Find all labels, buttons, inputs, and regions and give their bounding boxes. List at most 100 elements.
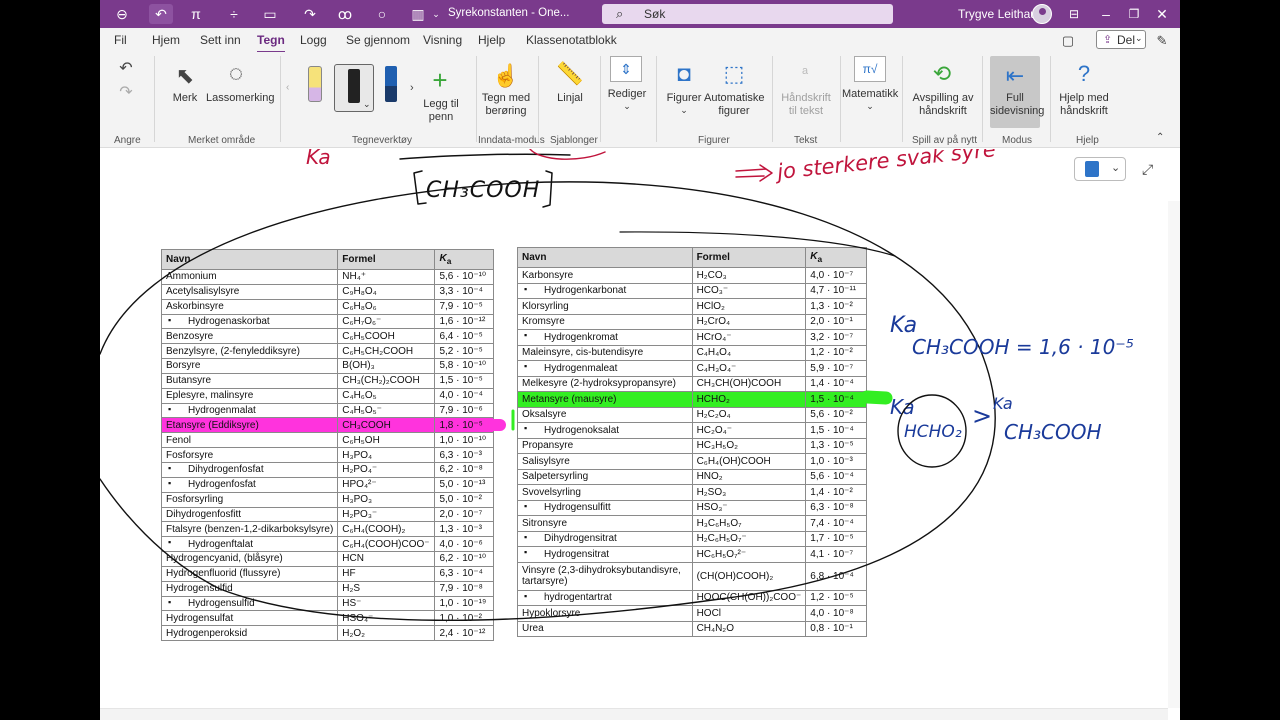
- edit-icon[interactable]: ⇕: [610, 56, 642, 82]
- restore-icon[interactable]: ❐: [1124, 4, 1144, 24]
- ink-replay-label[interactable]: Avspilling av håndskrift: [908, 92, 978, 118]
- columns-icon[interactable]: ▥: [408, 4, 428, 24]
- highlighter-yellow[interactable]: [308, 66, 322, 102]
- shapes-icon[interactable]: ▭: [260, 4, 280, 24]
- search-tool-icon[interactable]: ○: [372, 4, 392, 24]
- table-row: DihydrogensitratH₂C₆H₅O₇⁻1,7 · 10⁻⁵: [517, 530, 867, 547]
- tab-hjelp[interactable]: Hjelp: [478, 33, 505, 47]
- cell-ka: 7,4 · 10⁻⁴: [805, 515, 867, 532]
- cell-name: Hydrogenperoksid: [160, 625, 339, 642]
- cell-ka: 3,3 · 10⁻⁴: [434, 283, 494, 300]
- ink-arrow-red: [735, 164, 773, 182]
- table-row: Benzylsyre, (2-fenyleddiksyre) C₆H₅CH₂COO…: [160, 343, 494, 360]
- cell-ka: 6,3 · 10⁻³: [434, 447, 494, 463]
- cell-formula: H₂CrO₄: [691, 313, 807, 330]
- add-pen-label[interactable]: Legg til penn: [418, 98, 464, 124]
- expand-icon[interactable]: ⤢: [1142, 161, 1153, 178]
- cell-ka: 0,8 · 10⁻¹: [805, 620, 867, 637]
- ruler-icon[interactable]: 📏: [556, 60, 584, 88]
- divide-icon[interactable]: ÷: [224, 4, 244, 24]
- cell-name: hydrogentartrat: [517, 589, 693, 606]
- cell-name: Hydrogensulfid: [160, 595, 339, 612]
- select-cursor-icon[interactable]: ⬉: [171, 62, 199, 90]
- table-row: Benzosyre C₆H₅COOH 6,4 · 10⁻⁵: [160, 328, 494, 345]
- edit-dropdown-icon[interactable]: ⌄: [605, 100, 649, 113]
- lasso-label[interactable]: Lassomerking: [206, 92, 274, 105]
- cell-ka: 1,5 · 10⁻⁴: [805, 391, 867, 408]
- undo-icon[interactable]: ↶: [149, 4, 173, 24]
- vertical-scrollbar[interactable]: [1168, 201, 1180, 708]
- cell-ka: 6,8 · 10⁻⁴: [805, 561, 867, 591]
- ink-replay-icon[interactable]: ⟲: [928, 60, 956, 88]
- touch-draw-icon[interactable]: ☝: [492, 62, 520, 90]
- avatar[interactable]: [1032, 4, 1052, 24]
- qat-dropdown-icon[interactable]: ⌄: [426, 4, 446, 24]
- auto-shapes-label[interactable]: Automatiske figurer: [704, 92, 765, 118]
- lasso-tool-icon[interactable]: ꝏ: [335, 4, 355, 24]
- cell-name: Hydrogenmaleat: [517, 360, 693, 377]
- table-row: HydrogensulfidHS⁻1,0 · 10⁻¹⁹: [160, 595, 494, 612]
- lasso-icon[interactable]: ◌: [222, 60, 250, 88]
- touch-draw-label[interactable]: Tegn med berøring: [478, 92, 534, 118]
- cell-formula: H₂PO₄⁻: [337, 461, 436, 478]
- cell-name: Maleinsyre, cis-butendisyre: [517, 344, 693, 361]
- tab-hjem[interactable]: Hjem: [152, 33, 180, 47]
- ribbon-display-icon[interactable]: ⊟: [1064, 4, 1084, 24]
- shapes-icon[interactable]: ◘: [670, 60, 698, 88]
- scroll-right-icon[interactable]: ›: [410, 82, 414, 94]
- pen-settings-icon[interactable]: ✎: [1152, 31, 1172, 51]
- tab-fil[interactable]: Fil: [114, 33, 127, 47]
- page-canvas[interactable]: Navn Formel Ka Ammonium NH₄⁺ 5,6 · 10⁻¹⁰ Ac…: [100, 149, 1180, 720]
- redo-icon[interactable]: ↷: [300, 4, 320, 24]
- cell-ka: 6,2 · 10⁻⁸: [434, 461, 494, 478]
- shapes-dropdown-icon[interactable]: ⌄: [662, 104, 706, 117]
- share-button[interactable]: ⇪ Del ⌄: [1096, 30, 1146, 49]
- table-row: hydrogentartratHOOC(CH(OH))₂COO⁻1,2 · 10…: [517, 589, 867, 606]
- sticky-notes-icon[interactable]: ▢: [1058, 31, 1078, 51]
- close-icon[interactable]: ✕: [1152, 4, 1172, 24]
- cell-name: Fenol: [160, 432, 339, 449]
- cell-name: Hydrogenaskorbat: [160, 313, 339, 330]
- pi-icon[interactable]: π: [186, 4, 206, 24]
- math-dropdown-icon[interactable]: ⌄: [842, 100, 898, 113]
- tab-se-gjennom[interactable]: Se gjennom: [346, 33, 410, 47]
- pen-black[interactable]: ⌄: [334, 64, 374, 112]
- ink-help-icon[interactable]: ?: [1070, 60, 1098, 88]
- cell-ka: 1,8 · 10⁻⁵: [434, 417, 494, 434]
- pen-blue[interactable]: [385, 66, 397, 102]
- redo-icon[interactable]: ↷: [116, 82, 136, 102]
- ink-ch3cooh: CH₃COOH: [426, 178, 540, 203]
- table-row: Maleinsyre, cis-butendisyre C₄H₄O₄ 1,2 · 1…: [517, 344, 867, 361]
- tab-visning[interactable]: Visning: [423, 33, 462, 47]
- notebook-button[interactable]: ⌄: [1074, 157, 1126, 181]
- header-ka: Ka: [434, 249, 494, 270]
- search-input[interactable]: ⌕ Søk: [602, 4, 893, 24]
- add-pen-icon[interactable]: +: [426, 65, 454, 95]
- ruler-label[interactable]: Linjal: [548, 92, 592, 105]
- tab-tegn[interactable]: Tegn: [257, 33, 285, 53]
- cell-ka: 4,0 · 10⁻⁶: [434, 536, 494, 553]
- scroll-left-icon[interactable]: ‹: [286, 82, 289, 93]
- ink-help-label[interactable]: Hjelp med håndskrift: [1054, 92, 1114, 118]
- cell-name: Hypoklorsyre: [517, 605, 693, 622]
- table-row: Hypoklorsyre HOCl 4,0 · 10⁻⁸: [517, 605, 867, 622]
- cell-name: Melkesyre (2-hydroksypropansyre): [517, 375, 693, 392]
- collapse-ribbon-icon[interactable]: ⌃: [1156, 132, 1164, 143]
- cell-formula: C₉H₈O₄: [337, 283, 436, 300]
- back-icon[interactable]: ⊖: [112, 4, 132, 24]
- cell-ka: 1,6 · 10⁻¹²: [434, 313, 494, 330]
- tab-logg[interactable]: Logg: [300, 33, 327, 47]
- tab-sett-inn[interactable]: Sett inn: [200, 33, 241, 47]
- merk-label[interactable]: Merk: [164, 92, 206, 105]
- table-row: Vinsyre (2,3-dihydroksybutandisyre, tart…: [517, 561, 867, 591]
- cell-ka: 1,0 · 10⁻²: [434, 610, 494, 627]
- horizontal-scrollbar[interactable]: [100, 708, 1168, 720]
- minimize-icon[interactable]: –: [1096, 4, 1116, 24]
- cell-formula: CH₃(CH₂)₂COOH: [337, 372, 436, 389]
- cell-ka: 5,8 · 10⁻¹⁰: [434, 358, 494, 374]
- tab-klassenotatblokk[interactable]: Klassenotatblokk: [526, 33, 617, 47]
- math-icon[interactable]: π√: [854, 56, 886, 82]
- undo-icon[interactable]: ↶: [116, 58, 136, 78]
- auto-shapes-icon[interactable]: ⬚: [720, 60, 748, 88]
- cell-ka: 7,9 · 10⁻⁶: [434, 402, 494, 419]
